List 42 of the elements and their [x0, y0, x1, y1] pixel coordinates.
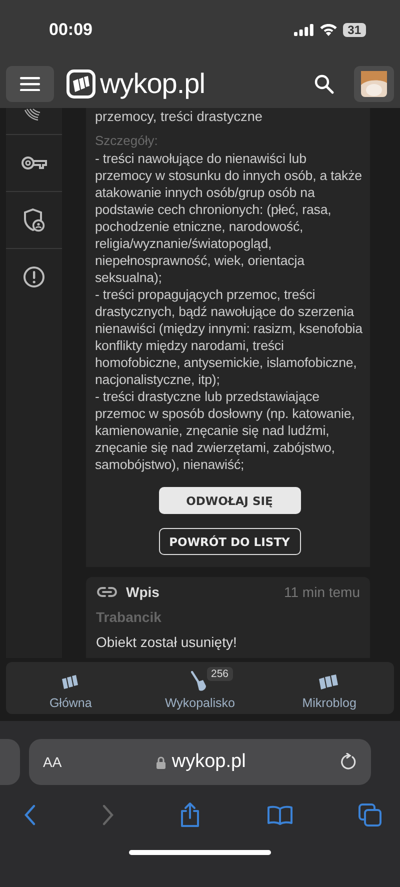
address-bar[interactable]: AA wykop.pl [29, 739, 371, 785]
details-paragraph: - treści drastyczne lub przedstawiające przemoc w sposób dosłowny (np. katowanie, kamienowanie, znęcanie się nad ludźmi, znęcanie się nad zwierzętami, zabójstwo, samobójstwo), nienawiść; [95, 388, 356, 473]
entry-time: 11 min temu [284, 584, 360, 600]
logo-icon [66, 69, 96, 99]
menu-icon [20, 77, 40, 91]
entry-message: Obiekt został usunięty! [96, 634, 238, 650]
bars-icon [60, 674, 81, 690]
details-paragraph: - treści nawołujące do nienawiści lub przemocy w stosunku do innych osób, a także atakowanie innych osób/grup osób na podstawie cech chronionych: (płeć, rasa, pochodzenie etniczne, narodowość, religia/wyznanie/światopogląd, niepełnosprawność, wiek, orientacja seksualna); [95, 150, 363, 286]
share-icon[interactable] [179, 802, 201, 828]
menu-button[interactable] [6, 66, 54, 102]
search-icon[interactable] [314, 74, 334, 94]
back-icon[interactable] [24, 804, 36, 826]
alert-icon[interactable] [23, 266, 45, 288]
battery-indicator: 31 [342, 23, 366, 37]
nav-tab[interactable]: Główna [16, 666, 126, 710]
book-icon[interactable] [266, 805, 292, 825]
link-icon [96, 586, 118, 598]
avatar-button[interactable] [354, 66, 394, 102]
shield-user-icon[interactable] [23, 208, 45, 232]
count-badge: 256 [206, 666, 233, 680]
lock-icon [156, 756, 166, 768]
details-label: Szczegóły: [95, 132, 159, 150]
status-time: 00:09 [49, 20, 92, 40]
details-paragraph: - treści propagujących przemoc, treści drastycznych, bądź nawołujące do szerzenia nienawiści (między innymi: rasizm, ksenofobia konflikty między narodami, treści homofobiczne, antysemickie, islamofobiczne, nacjonalistyczne, itp); [95, 286, 364, 388]
tabs-icon[interactable] [358, 803, 382, 827]
report-reason: przemocy, treści drastyczne [95, 108, 264, 126]
wifi-icon [320, 24, 337, 36]
avatar [361, 71, 387, 97]
nav-tab[interactable]: 256 Wykopalisko [144, 666, 255, 710]
bars-icon [318, 674, 340, 690]
appeal-button[interactable]: ODWOŁAJ SIĘ [158, 487, 300, 514]
logo-text[interactable]: wykop.pl [100, 69, 205, 99]
reload-icon[interactable] [340, 753, 357, 771]
signal-icon [294, 24, 314, 36]
forward-icon[interactable] [102, 804, 114, 826]
nav-tab[interactable]: Mikroblog [274, 666, 384, 710]
back-to-list-button[interactable]: POWRÓT DO LISTY [158, 528, 300, 555]
url-text: wykop.pl [172, 751, 246, 773]
text-size-button[interactable]: AA [43, 754, 62, 770]
shovel-icon [190, 670, 209, 692]
key-icon[interactable] [21, 155, 47, 171]
entry-type: Wpis [126, 584, 160, 600]
